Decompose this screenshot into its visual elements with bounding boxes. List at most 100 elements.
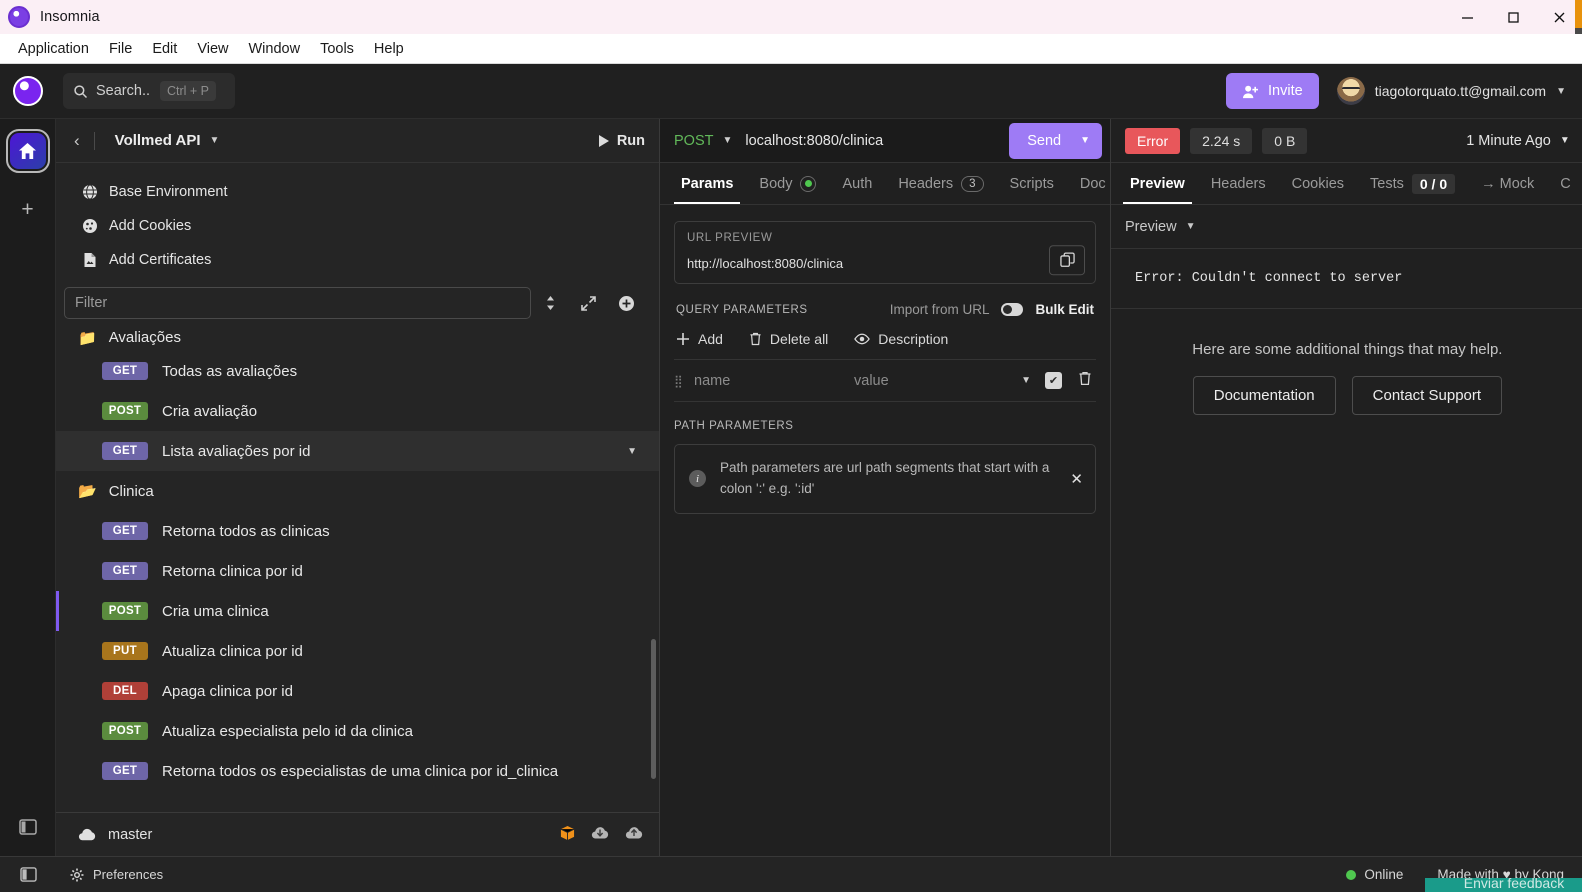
- sidebar-item-base-environment[interactable]: Base Environment: [56, 175, 659, 209]
- menu-item-help[interactable]: Help: [364, 38, 414, 60]
- collection-title[interactable]: Vollmed API: [115, 132, 201, 149]
- list-item-label: Cria uma clinica: [162, 602, 269, 620]
- cloud-download-icon[interactable]: [591, 825, 609, 844]
- maximize-icon[interactable]: [1490, 0, 1536, 34]
- help-text: Here are some additional things that may…: [1192, 341, 1503, 358]
- workspace-rail: +: [0, 119, 56, 856]
- chevron-down-icon[interactable]: ▼: [1021, 375, 1045, 386]
- search-input[interactable]: Search.. Ctrl + P: [63, 73, 235, 109]
- bulk-edit-toggle[interactable]: [1001, 303, 1024, 316]
- table-row[interactable]: DEL Apaga clinica por id: [56, 671, 659, 711]
- tab-body[interactable]: Body: [746, 163, 829, 204]
- table-row[interactable]: GET Lista avaliações por id ▼: [56, 431, 659, 471]
- invite-button[interactable]: Invite: [1226, 73, 1319, 109]
- sidebar-item-add-certificates[interactable]: Add Certificates: [56, 243, 659, 277]
- param-value-input[interactable]: value: [854, 373, 1021, 389]
- branch-label: master: [108, 826, 153, 843]
- home-button[interactable]: [5, 129, 50, 173]
- param-name-input[interactable]: name: [694, 373, 854, 389]
- description-toggle-button[interactable]: Description: [854, 331, 948, 347]
- param-enabled-checkbox[interactable]: ✔: [1045, 372, 1062, 389]
- tab-tests[interactable]: Tests 0 / 0: [1357, 163, 1468, 204]
- sort-icon[interactable]: [531, 287, 569, 319]
- table-row[interactable]: POST Cria avaliação: [56, 391, 659, 431]
- table-row[interactable]: PUT Atualiza clinica por id: [56, 631, 659, 671]
- tab-headers[interactable]: Headers 3: [885, 163, 996, 204]
- preferences-button[interactable]: Preferences: [56, 867, 163, 882]
- table-row[interactable]: GET Retorna todos as clinicas: [56, 511, 659, 551]
- add-param-button[interactable]: Add: [676, 331, 723, 347]
- toggle-sidebar-button[interactable]: [18, 819, 37, 840]
- chevron-down-icon[interactable]: ▼: [1076, 135, 1102, 146]
- sidebar-toggle-icon: [18, 819, 37, 835]
- list-item[interactable]: 📂 Clinica: [56, 471, 659, 511]
- tab-label: Cookies: [1291, 175, 1345, 192]
- insomnia-brand-icon: [13, 76, 43, 106]
- tab-docs[interactable]: Doc: [1067, 163, 1110, 204]
- table-row[interactable]: GET Retorna todos os especialistas de um…: [56, 751, 659, 791]
- menubar: Application File Edit View Window Tools …: [0, 34, 1582, 64]
- table-row[interactable]: POST Atualiza especialista pelo id da cl…: [56, 711, 659, 751]
- import-from-url-button[interactable]: Import from URL: [890, 302, 990, 317]
- tab-label: Body: [759, 175, 793, 192]
- sidebar-scrollbar[interactable]: [651, 639, 656, 779]
- expand-icon[interactable]: [569, 287, 607, 319]
- filter-input[interactable]: [64, 287, 531, 319]
- request-method: POST: [674, 132, 714, 149]
- menu-item-edit[interactable]: Edit: [142, 38, 187, 60]
- chevron-down-icon[interactable]: ▼: [210, 135, 220, 146]
- table-row[interactable]: ⣿ name value ▼ ✔: [674, 360, 1096, 402]
- tab-response-headers[interactable]: Headers: [1198, 163, 1279, 204]
- contact-support-button[interactable]: Contact Support: [1351, 376, 1503, 415]
- headers-count-badge: 3: [961, 175, 984, 192]
- tab-mock[interactable]: → Mock: [1468, 163, 1547, 204]
- response-error-text: Error: Couldn't connect to server: [1111, 249, 1582, 309]
- tab-preview[interactable]: Preview: [1117, 163, 1198, 204]
- menu-item-view[interactable]: View: [187, 38, 238, 60]
- menu-item-application[interactable]: Application: [8, 38, 99, 60]
- copy-icon[interactable]: [1049, 244, 1085, 275]
- sidebar-item-add-cookies[interactable]: Add Cookies: [56, 209, 659, 243]
- account-menu[interactable]: tiagotorquato.tt@gmail.com ▼: [1336, 77, 1566, 105]
- method-badge: DEL: [102, 682, 148, 700]
- cloud-upload-icon[interactable]: [625, 825, 643, 844]
- documentation-button[interactable]: Documentation: [1192, 376, 1336, 415]
- menu-item-tools[interactable]: Tools: [310, 38, 364, 60]
- menu-item-window[interactable]: Window: [238, 38, 310, 60]
- run-button[interactable]: Run: [598, 133, 645, 149]
- response-history-dropdown[interactable]: 1 Minute Ago ▼: [1466, 133, 1570, 149]
- branch-bar[interactable]: master: [56, 812, 659, 856]
- minimize-icon[interactable]: [1444, 0, 1490, 34]
- tab-console[interactable]: C: [1547, 163, 1582, 204]
- toggle-panel-icon[interactable]: [0, 867, 56, 882]
- tab-scripts[interactable]: Scripts: [997, 163, 1067, 204]
- close-icon[interactable]: ✕: [1064, 470, 1083, 488]
- chevron-down-icon[interactable]: ▼: [627, 446, 637, 457]
- table-row[interactable]: GET Todas as avaliações: [56, 351, 659, 391]
- tab-cookies[interactable]: Cookies: [1279, 163, 1357, 204]
- delete-all-params-button[interactable]: Delete all: [749, 331, 828, 347]
- app-shell: Search.. Ctrl + P Invite tiagotorquato.t…: [0, 64, 1582, 892]
- drag-handle-icon[interactable]: ⣿: [674, 374, 694, 388]
- table-row[interactable]: POST Cria uma clinica: [56, 591, 659, 631]
- list-item[interactable]: 📁 Avaliações: [56, 329, 659, 351]
- tests-count-badge: 0 / 0: [1411, 173, 1456, 194]
- table-row[interactable]: GET Retorna clinica por id: [56, 551, 659, 591]
- request-list[interactable]: 📁 Avaliações GET Todas as avaliações POS…: [56, 329, 659, 812]
- url-input[interactable]: localhost:8080/clinica: [745, 133, 1009, 149]
- method-selector[interactable]: POST ▼: [660, 133, 732, 149]
- preview-mode-selector[interactable]: Preview ▼: [1111, 205, 1582, 249]
- delete-param-icon[interactable]: [1078, 371, 1096, 390]
- tab-auth[interactable]: Auth: [829, 163, 885, 204]
- add-request-icon[interactable]: [607, 287, 645, 319]
- package-icon[interactable]: [560, 825, 575, 845]
- url-bar: POST ▼ localhost:8080/clinica Send ▼: [660, 119, 1110, 163]
- collection-header: ‹ Vollmed API ▼ Run: [56, 119, 659, 163]
- send-button[interactable]: Send ▼: [1009, 122, 1102, 159]
- bulk-edit-label[interactable]: Bulk Edit: [1035, 302, 1094, 317]
- method-badge: POST: [102, 402, 148, 420]
- menu-item-file[interactable]: File: [99, 38, 142, 60]
- back-icon[interactable]: ‹: [74, 131, 94, 151]
- tab-params[interactable]: Params: [668, 163, 746, 204]
- add-workspace-button[interactable]: +: [21, 199, 33, 220]
